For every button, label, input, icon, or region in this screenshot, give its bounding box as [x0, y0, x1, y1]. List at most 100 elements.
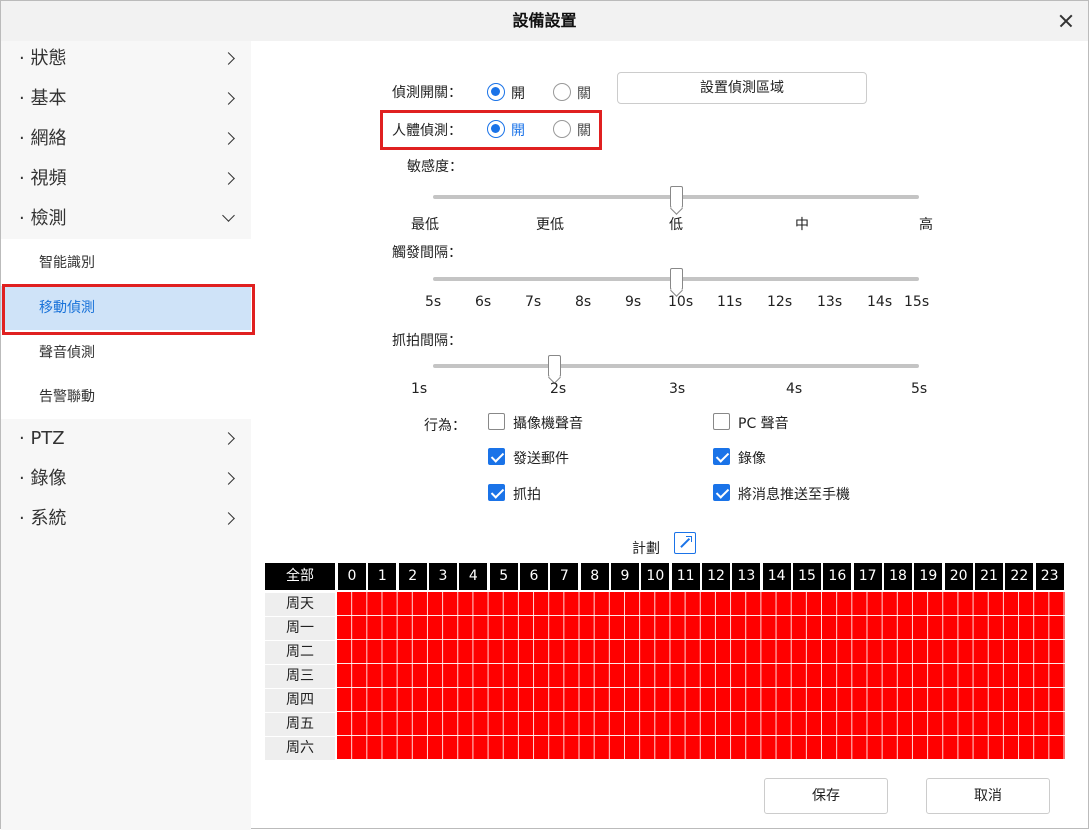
- chevron-right-icon: [222, 512, 235, 525]
- trigger-tick: 8s: [575, 294, 592, 310]
- expand-icon[interactable]: [674, 532, 696, 554]
- hour-header-cell[interactable]: 9: [611, 563, 639, 590]
- day-label[interactable]: 周二: [265, 641, 335, 664]
- pc-sound-checkbox[interactable]: [713, 413, 730, 430]
- close-icon[interactable]: [1052, 7, 1080, 35]
- day-label[interactable]: 周一: [265, 617, 335, 640]
- trigger-interval-slider-thumb[interactable]: [670, 268, 683, 290]
- hour-header-cell[interactable]: 0: [338, 563, 366, 590]
- subitem-label: 移動偵測: [39, 300, 95, 316]
- hour-header-cell[interactable]: 21: [975, 563, 1003, 590]
- sidebar-subitem-motion-detection[interactable]: 移動偵測: [1, 286, 251, 330]
- hour-header-cell[interactable]: 19: [914, 563, 943, 590]
- sidebar-item-video[interactable]: · 視頻: [1, 161, 251, 201]
- pc-sound-label: PC 聲音: [738, 416, 789, 432]
- sidebar-item-recording[interactable]: · 錄像: [1, 461, 251, 501]
- hour-header-cell[interactable]: 2: [398, 563, 427, 590]
- sidebar-item-label: · 網絡: [19, 128, 67, 149]
- schedule-selected-cells[interactable]: [337, 592, 1065, 759]
- human-detection-label: 人體偵測：: [392, 123, 462, 139]
- day-label[interactable]: 周四: [265, 689, 335, 712]
- snapshot-checkbox[interactable]: [488, 484, 505, 501]
- trigger-tick: 6s: [475, 294, 492, 310]
- hour-header-cell[interactable]: 10: [641, 563, 670, 590]
- trigger-tick: 14s: [867, 294, 893, 310]
- hour-header-cell[interactable]: 11: [671, 563, 700, 590]
- sidebar-item-network[interactable]: · 網絡: [1, 121, 251, 161]
- snapshot-interval-slider-thumb[interactable]: [548, 355, 561, 377]
- trigger-interval-label: 觸發間隔：: [392, 245, 462, 261]
- record-checkbox[interactable]: [713, 448, 730, 465]
- trigger-tick: 13s: [817, 294, 843, 310]
- trigger-tick: 12s: [767, 294, 793, 310]
- schedule-title: 計劃: [632, 541, 660, 557]
- radio-label-off: 關: [577, 123, 591, 139]
- dialog-title: 設備設置: [512, 11, 577, 30]
- hour-header-cell[interactable]: 16: [823, 563, 852, 590]
- save-button[interactable]: 保存: [764, 778, 888, 814]
- hour-header-cell[interactable]: 18: [884, 563, 912, 590]
- subitem-label: 告警聯動: [39, 389, 95, 405]
- sidebar-item-label: · 狀態: [19, 48, 67, 69]
- camera-sound-label: 攝像機聲音: [513, 416, 583, 432]
- hour-header-cell[interactable]: 5: [489, 563, 518, 590]
- sensitivity-slider-thumb[interactable]: [670, 186, 683, 208]
- sidebar-item-label: · 檢測: [19, 208, 67, 229]
- sidebar-item-label: · 錄像: [19, 468, 67, 489]
- sidebar-item-label: · 基本: [19, 88, 67, 109]
- action-label: 行為：: [424, 418, 466, 434]
- trigger-tick: 7s: [525, 294, 542, 310]
- chevron-right-icon: [222, 92, 235, 105]
- day-label[interactable]: 周三: [265, 665, 335, 688]
- sidebar-item-system[interactable]: · 系統: [1, 501, 251, 541]
- hour-header-cell[interactable]: 12: [702, 563, 730, 590]
- hour-header-cell[interactable]: 14: [762, 563, 791, 590]
- sidebar-subitem-smart-recognition[interactable]: 智能識別: [1, 241, 251, 285]
- hour-header-cell[interactable]: 1: [368, 563, 397, 590]
- hour-header-cell[interactable]: 13: [732, 563, 761, 590]
- hour-header-cell[interactable]: 22: [1005, 563, 1034, 590]
- radio-label-on: 開: [511, 86, 525, 102]
- select-all-cell[interactable]: 全部: [265, 563, 335, 590]
- sidebar-subitem-alarm-linkage[interactable]: 告警聯動: [1, 375, 251, 419]
- day-label[interactable]: 周五: [265, 713, 335, 736]
- trigger-tick: 15s: [904, 294, 930, 310]
- sensitivity-tick: 中: [795, 217, 809, 233]
- chevron-right-icon: [222, 172, 235, 185]
- hour-header-cell[interactable]: 20: [944, 563, 973, 590]
- chevron-right-icon: [222, 432, 235, 445]
- snapshot-interval-slider-track[interactable]: [433, 364, 919, 368]
- human-detection-on-radio[interactable]: [487, 120, 505, 138]
- detection-switch-off-radio[interactable]: [553, 83, 571, 101]
- set-detection-area-button[interactable]: 設置偵測區域: [617, 72, 867, 104]
- hour-header-cell[interactable]: 17: [853, 563, 882, 590]
- sidebar-subitem-sound-detection[interactable]: 聲音偵測: [1, 331, 251, 375]
- hour-header-cell[interactable]: 6: [520, 563, 548, 590]
- hour-header-cell[interactable]: 15: [793, 563, 821, 590]
- send-email-checkbox[interactable]: [488, 448, 505, 465]
- hour-header-cell[interactable]: 8: [580, 563, 609, 590]
- cancel-button[interactable]: 取消: [926, 778, 1050, 814]
- day-label[interactable]: 周天: [265, 593, 335, 616]
- detection-switch-label: 偵測開關：: [392, 85, 462, 101]
- sidebar-item-detection[interactable]: · 檢測: [1, 201, 251, 241]
- hour-header-cell[interactable]: 3: [429, 563, 457, 590]
- subitem-label: 聲音偵測: [39, 345, 95, 361]
- sidebar-item-ptz[interactable]: · PTZ: [1, 421, 251, 461]
- trigger-tick: 9s: [625, 294, 642, 310]
- sidebar-item-label: · 系統: [19, 508, 67, 529]
- detection-switch-on-radio[interactable]: [487, 83, 505, 101]
- sidebar-item-basic[interactable]: · 基本: [1, 81, 251, 121]
- human-detection-off-radio[interactable]: [553, 120, 571, 138]
- push-to-phone-checkbox[interactable]: [713, 484, 730, 501]
- schedule-grid[interactable]: 全部 0 1 2 3 4 5 6 7 8 9 10 11 12 13 14 15 16 17 18 19 20 21 22 2…: [265, 563, 1065, 760]
- day-label[interactable]: 周六: [265, 737, 335, 760]
- sidebar-item-status[interactable]: · 狀態: [1, 41, 251, 81]
- record-label: 錄像: [738, 451, 766, 467]
- hour-header-cell[interactable]: 4: [459, 563, 488, 590]
- radio-label-on: 開: [511, 123, 525, 139]
- snapshot-interval-label: 抓拍間隔：: [392, 333, 462, 349]
- hour-header-cell[interactable]: 7: [550, 563, 579, 590]
- camera-sound-checkbox[interactable]: [488, 413, 505, 430]
- hour-header-cell[interactable]: 23: [1035, 563, 1064, 590]
